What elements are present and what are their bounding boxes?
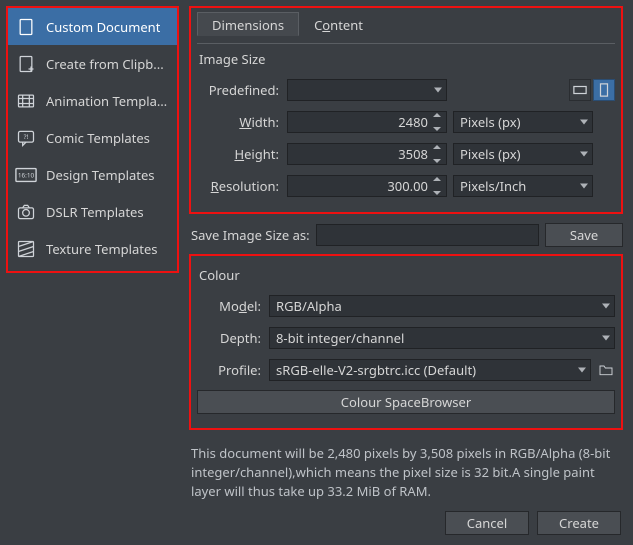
sidebar-item-label: Comic Templates (46, 129, 150, 147)
tab-bar: Dimensions Content (197, 12, 615, 36)
save-button[interactable]: Save (545, 223, 623, 247)
save-size-label: Save Image Size as: (191, 226, 310, 244)
page-icon (14, 15, 38, 39)
sidebar-item-design[interactable]: 16:10 Design Templates (8, 156, 177, 193)
profile-label: Profile: (197, 361, 269, 379)
image-size-title: Image Size (199, 50, 615, 68)
depth-label: Depth: (197, 329, 269, 347)
height-label: Height: (197, 145, 287, 163)
texture-icon (14, 237, 38, 261)
sidebar-item-custom-document[interactable]: Custom Document (8, 8, 177, 45)
sidebar-item-clipboard[interactable]: Create from Clipb... (8, 45, 177, 82)
model-label: Model: (197, 297, 269, 315)
svg-text:?!: ?! (24, 131, 29, 140)
sidebar-item-label: Texture Templates (46, 240, 158, 258)
cancel-button[interactable]: Cancel (445, 511, 529, 535)
sidebar-item-comic[interactable]: ?! Comic Templates (8, 119, 177, 156)
model-combo[interactable]: RGB/Alpha (269, 295, 615, 317)
clipboard-plus-icon (14, 52, 38, 76)
save-size-input[interactable] (316, 224, 539, 246)
resolution-label: Resolution: (197, 177, 287, 195)
save-size-row: Save Image Size as: Save (191, 222, 623, 248)
open-file-icon[interactable] (597, 361, 615, 379)
resolution-unit-combo[interactable]: Pixels/Inch (453, 175, 593, 197)
document-summary-text: This document will be 2,480 pixels by 3,… (191, 444, 621, 501)
sidebar-item-label: Create from Clipb... (46, 55, 164, 73)
orientation-portrait-button[interactable] (593, 79, 615, 101)
main-panel: Dimensions Content Image Size Predefined… (179, 0, 633, 545)
colour-title: Colour (199, 266, 615, 284)
predefined-label: Predefined: (197, 81, 287, 99)
sidebar-item-label: Custom Document (46, 18, 160, 36)
width-label: Width: (197, 113, 287, 131)
template-sidebar: Custom Document Create from Clipb... Ani… (0, 0, 179, 545)
sidebar-item-dslr[interactable]: DSLR Templates (8, 193, 177, 230)
sidebar-item-label: Animation Templat... (46, 92, 171, 110)
tab-dimensions[interactable]: Dimensions (197, 12, 299, 36)
filmstrip-icon (14, 89, 38, 113)
speech-bubble-icon: ?! (14, 126, 38, 150)
sidebar-item-texture[interactable]: Texture Templates (8, 230, 177, 267)
tab-content[interactable]: Content (299, 12, 378, 36)
svg-text:16:10: 16:10 (18, 170, 35, 179)
sidebar-item-animation[interactable]: Animation Templat... (8, 82, 177, 119)
dimensions-panel: Dimensions Content Image Size Predefined… (189, 6, 623, 214)
orientation-landscape-button[interactable] (569, 79, 591, 101)
depth-combo[interactable]: 8-bit integer/channel (269, 327, 615, 349)
width-input[interactable]: 2480 (287, 111, 447, 133)
profile-combo[interactable]: sRGB-elle-V2-srgbtrc.icc (Default) (269, 359, 591, 381)
height-input[interactable]: 3508 (287, 143, 447, 165)
height-unit-combo[interactable]: Pixels (px) (453, 143, 593, 165)
camera-icon (14, 200, 38, 224)
create-button[interactable]: Create (537, 511, 621, 535)
resolution-input[interactable]: 300.00 (287, 175, 447, 197)
colour-space-browser-button[interactable]: Colour Space Browser (197, 390, 615, 414)
predefined-combo[interactable] (287, 79, 447, 101)
width-unit-combo[interactable]: Pixels (px) (453, 111, 593, 133)
colour-panel: Colour Model: RGB/Alpha Depth: 8-bit int… (189, 254, 623, 430)
sidebar-item-label: Design Templates (46, 166, 155, 184)
aspect-ratio-icon: 16:10 (14, 163, 38, 187)
sidebar-item-label: DSLR Templates (46, 203, 144, 221)
